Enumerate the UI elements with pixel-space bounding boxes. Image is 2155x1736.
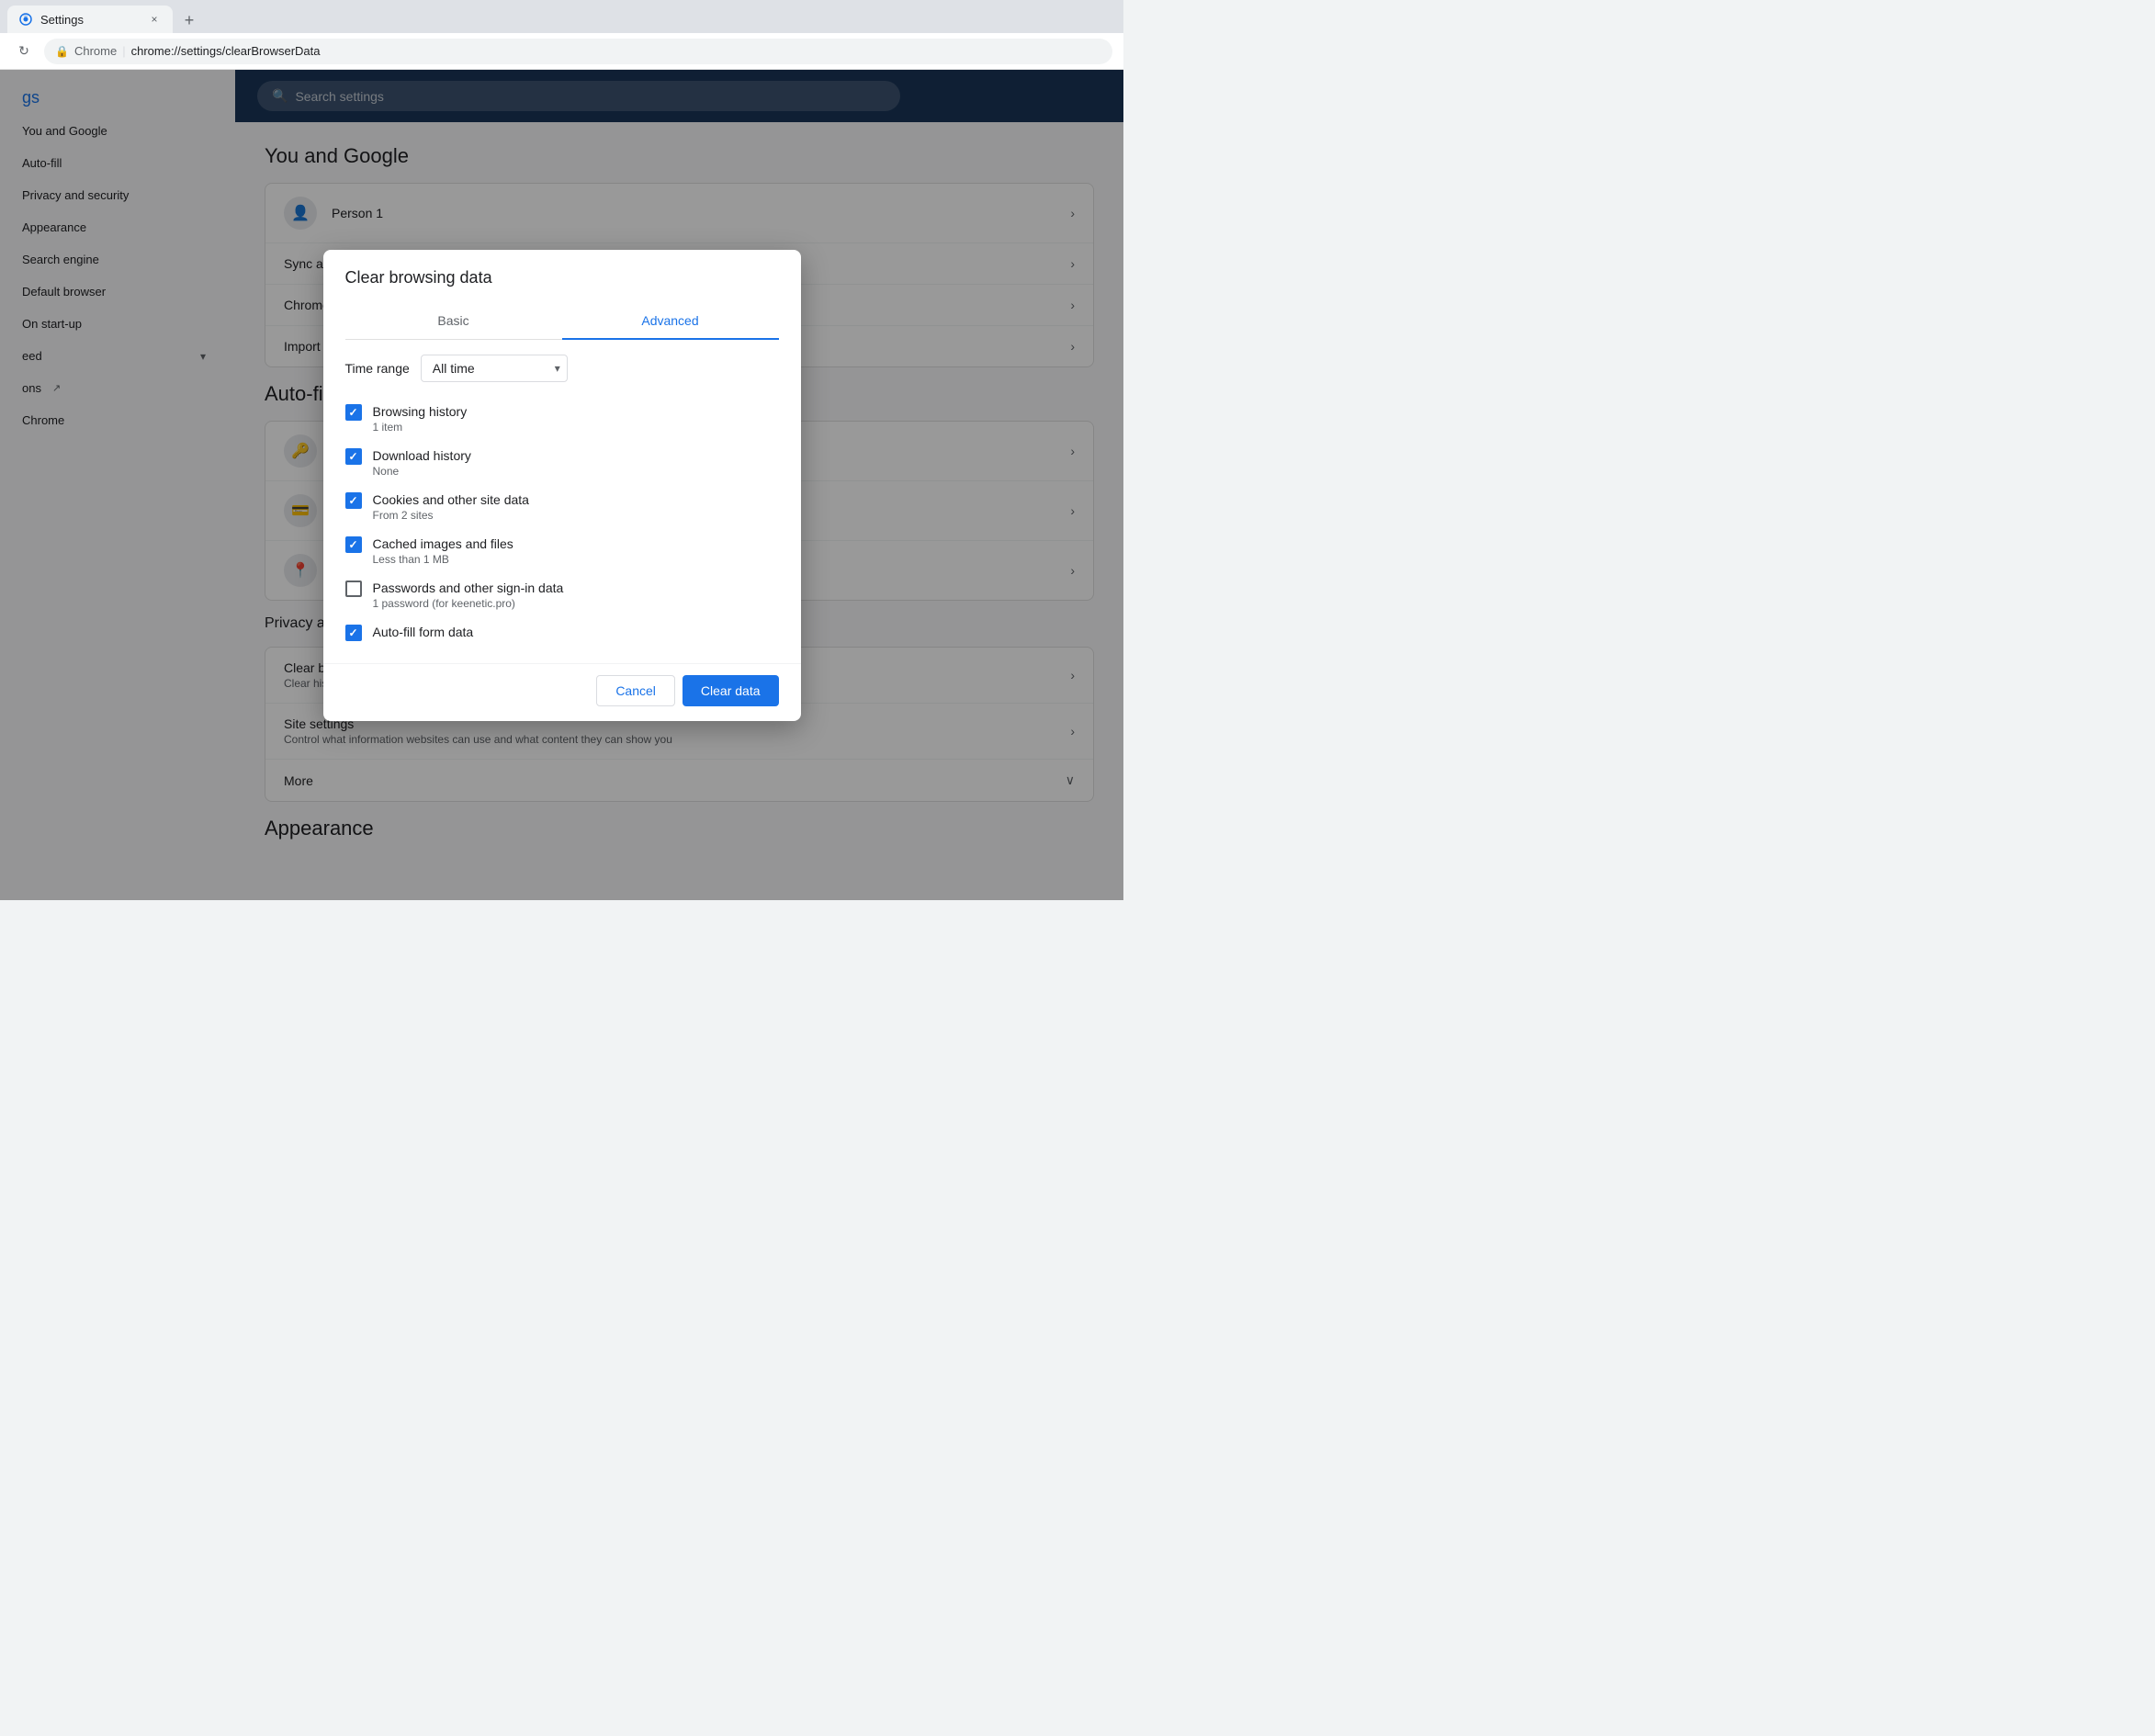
download-history-checkbox[interactable]: ✓ <box>345 448 362 465</box>
autofill-form-label: Auto-fill form data <box>373 625 779 639</box>
modal-tabs: Basic Advanced <box>345 302 779 340</box>
url-bar[interactable]: 🔒 Chrome | chrome://settings/clearBrowse… <box>44 39 1112 64</box>
clear-browsing-modal: Clear browsing data Basic Advanced Time … <box>323 250 801 721</box>
settings-container: gs You and Google Auto-fill Privacy and … <box>0 70 1123 900</box>
modal-body: Time range Last hour Last 24 hours Last … <box>323 340 801 663</box>
lock-icon: 🔒 <box>55 45 69 58</box>
passwords-checkbox[interactable] <box>345 581 362 597</box>
modal-footer: Cancel Clear data <box>323 663 801 721</box>
download-history-sub: None <box>373 465 779 478</box>
autofill-form-checkbox[interactable]: ✓ <box>345 625 362 641</box>
browsing-history-checkbox[interactable]: ✓ <box>345 404 362 421</box>
url-prefix: Chrome <box>74 44 117 58</box>
autofill-form-row: ✓ Auto-fill form data <box>345 617 779 648</box>
passwords-row-modal: Passwords and other sign-in data 1 passw… <box>345 573 779 617</box>
active-tab[interactable]: Settings × <box>7 6 173 33</box>
check-icon-6: ✓ <box>348 626 357 639</box>
url-separator: | <box>122 44 125 58</box>
cached-images-label: Cached images and files <box>373 536 779 551</box>
download-history-row: ✓ Download history None <box>345 441 779 485</box>
cookies-row: ✓ Cookies and other site data From 2 sit… <box>345 485 779 529</box>
cached-images-row: ✓ Cached images and files Less than 1 MB <box>345 529 779 573</box>
cached-images-content: Cached images and files Less than 1 MB <box>373 536 779 566</box>
cookies-sub: From 2 sites <box>373 509 779 522</box>
tab-basic[interactable]: Basic <box>345 302 562 339</box>
tab-title: Settings <box>40 13 84 27</box>
cancel-button[interactable]: Cancel <box>596 675 675 706</box>
time-range-select[interactable]: Last hour Last 24 hours Last 7 days Last… <box>421 355 568 382</box>
cached-images-sub: Less than 1 MB <box>373 553 779 566</box>
cookies-label: Cookies and other site data <box>373 492 779 507</box>
tab-close-button[interactable]: × <box>147 12 162 27</box>
modal-overlay: Clear browsing data Basic Advanced Time … <box>0 70 1123 900</box>
time-range-label: Time range <box>345 361 410 376</box>
cookies-checkbox[interactable]: ✓ <box>345 492 362 509</box>
time-range-select-wrapper[interactable]: Last hour Last 24 hours Last 7 days Last… <box>421 355 568 382</box>
settings-tab-icon <box>18 12 33 27</box>
autofill-form-content: Auto-fill form data <box>373 625 779 639</box>
check-icon-4: ✓ <box>348 538 357 551</box>
passwords-sub: 1 password (for keenetic.pro) <box>373 597 779 610</box>
browsing-history-sub: 1 item <box>373 421 779 434</box>
cached-images-checkbox[interactable]: ✓ <box>345 536 362 553</box>
browsing-history-content: Browsing history 1 item <box>373 404 779 434</box>
check-icon-2: ✓ <box>348 450 357 463</box>
passwords-label-modal: Passwords and other sign-in data <box>373 581 779 595</box>
tab-advanced[interactable]: Advanced <box>562 302 779 339</box>
address-bar: ↻ 🔒 Chrome | chrome://settings/clearBrow… <box>0 33 1123 70</box>
url-path: chrome://settings/clearBrowserData <box>131 44 321 58</box>
tab-bar: Settings × + <box>0 0 1123 33</box>
check-icon-3: ✓ <box>348 494 357 507</box>
new-tab-button[interactable]: + <box>176 7 202 33</box>
tab-advanced-label: Advanced <box>641 313 698 328</box>
check-icon-1: ✓ <box>348 406 357 419</box>
time-range-row: Time range Last hour Last 24 hours Last … <box>345 355 779 382</box>
tab-basic-label: Basic <box>437 313 468 328</box>
clear-data-button[interactable]: Clear data <box>683 675 779 706</box>
cookies-content: Cookies and other site data From 2 sites <box>373 492 779 522</box>
browsing-history-row: ✓ Browsing history 1 item <box>345 397 779 441</box>
download-history-content: Download history None <box>373 448 779 478</box>
browsing-history-label: Browsing history <box>373 404 779 419</box>
browser-frame: Settings × + ↻ 🔒 Chrome | chrome://setti… <box>0 0 1123 900</box>
reload-button[interactable]: ↻ <box>11 39 37 64</box>
modal-title: Clear browsing data <box>345 268 779 287</box>
passwords-content-modal: Passwords and other sign-in data 1 passw… <box>373 581 779 610</box>
download-history-label: Download history <box>373 448 779 463</box>
modal-header: Clear browsing data Basic Advanced <box>323 250 801 340</box>
